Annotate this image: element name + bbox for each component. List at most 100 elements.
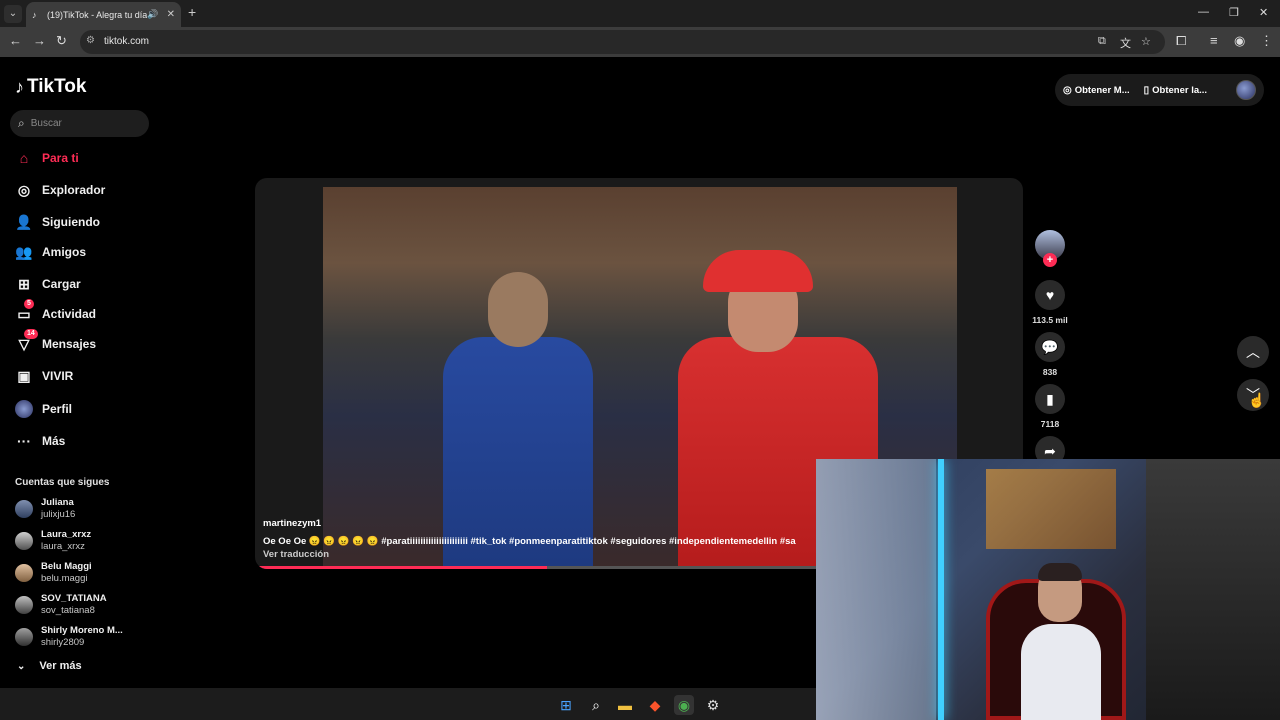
followed-account[interactable]: Shirly Moreno M... shirly2809 xyxy=(15,625,123,649)
account-name: Juliana xyxy=(41,497,74,508)
phone-icon: ▯ xyxy=(1143,84,1150,96)
sidebar-item-explorador[interactable]: ◎ Explorador xyxy=(15,181,105,199)
brave-browser-icon[interactable]: ◆ xyxy=(645,695,665,715)
account-username: laura_xrxz xyxy=(41,541,85,552)
browser-toolbar: ← → ↻ ⚙ tiktok.com ⧉ 文 ☆ ⧠ ≡ ◉ ⋮ xyxy=(0,27,1280,57)
sidebar-item-mensajes[interactable]: ▽ 14 Mensajes xyxy=(15,329,96,353)
sidebar-item-label: VIVIR xyxy=(42,369,74,383)
save-count: 7118 xyxy=(1040,419,1060,429)
minimize-icon[interactable]: — xyxy=(1198,6,1209,18)
following-icon: 👤 xyxy=(15,214,33,230)
account-username: sov_tatiana8 xyxy=(41,605,95,616)
sidebar-item-perfil[interactable]: Perfil xyxy=(15,400,72,418)
close-window-icon[interactable]: ✕ xyxy=(1259,6,1268,19)
settings-app-icon[interactable]: ⚙ xyxy=(703,695,723,715)
sidebar-item-amigos[interactable]: 👥 Amigos xyxy=(15,243,86,261)
chevron-up-icon: ︿ xyxy=(1246,344,1260,360)
video-author[interactable]: martinezym1 xyxy=(263,518,796,529)
address-bar[interactable]: ⚙ tiktok.com ⧉ 文 ☆ xyxy=(80,30,1165,54)
see-more-button[interactable]: ⌄ Ver más xyxy=(17,660,82,672)
upload-icon: ⊞ xyxy=(18,276,30,292)
sidebar-item-siguiendo[interactable]: 👤 Siguiendo xyxy=(15,213,100,231)
webcam-hair xyxy=(1038,563,1082,581)
sidebar-item-label: Para ti xyxy=(42,151,79,165)
share-icon: ➦ xyxy=(1044,443,1056,459)
extensions-icon[interactable]: ⧠ xyxy=(1176,33,1186,49)
sidebar-item-label: Más xyxy=(42,434,66,448)
forward-icon[interactable]: → xyxy=(33,33,46,48)
reload-icon[interactable]: ↻ xyxy=(56,33,67,49)
tiktok-favicon-icon: ♪ xyxy=(32,9,37,20)
account-username: julixju16 xyxy=(41,509,76,520)
webcam-overlay xyxy=(816,459,1280,720)
search-icon: ⌕ xyxy=(18,116,25,130)
avatar xyxy=(15,564,33,582)
like-button[interactable]: ♥ xyxy=(1035,280,1065,310)
followed-account[interactable]: Juliana julixju16 xyxy=(15,497,75,521)
video-progress-fill xyxy=(255,566,547,569)
comment-button[interactable]: 💬 xyxy=(1035,332,1065,362)
sidebar-item-label: Perfil xyxy=(42,402,73,416)
restore-icon[interactable]: ❐ xyxy=(1229,6,1239,19)
tiktok-note-icon: ♪ xyxy=(15,76,24,97)
tiktok-logo[interactable]: ♪ TikTok xyxy=(15,76,86,98)
like-count: 113.5 mil xyxy=(1032,315,1068,325)
translate-icon[interactable]: 文 xyxy=(1120,35,1131,51)
tab-search-button[interactable]: ⌄ xyxy=(4,5,22,23)
speaker-icon[interactable]: 🔊 xyxy=(147,9,158,20)
comment-icon: 💬 xyxy=(1041,339,1059,355)
sidebar-item-para-ti[interactable]: ⌂ Para ti xyxy=(15,149,79,167)
bookmark-star-icon[interactable]: ☆ xyxy=(1141,35,1151,48)
followed-account[interactable]: Belu Maggi belu.maggi xyxy=(15,561,92,585)
avatar xyxy=(15,596,33,614)
account-name: Shirly Moreno M... xyxy=(41,625,123,636)
site-info-icon[interactable]: ⚙ xyxy=(86,35,95,46)
search-bar[interactable]: ⌕ xyxy=(10,110,149,137)
followed-account[interactable]: SOV_TATIANA sov_tatiana8 xyxy=(15,593,107,617)
top-right-bar: ◎ Obtener M... ▯ Obtener la... xyxy=(1055,74,1264,106)
browser-tabstrip: ⌄ ♪ (19)TikTok - Alegra tu día 🔊 ✕ + — ❐… xyxy=(0,0,1280,27)
install-app-icon[interactable]: ⧉ xyxy=(1098,35,1106,48)
chevron-down-icon: ⌄ xyxy=(17,660,26,672)
following-accounts-title: Cuentas que sigues xyxy=(15,477,110,488)
account-username: belu.maggi xyxy=(41,573,88,584)
windows-start-icon[interactable]: ⊞ xyxy=(556,695,576,715)
account-name: Laura_xrxz xyxy=(41,529,92,540)
get-coins-button[interactable]: ◎ Obtener M... xyxy=(1063,85,1130,96)
more-icon: ··· xyxy=(17,433,31,449)
messages-icon: ▽ 14 xyxy=(15,329,38,353)
sidebar-item-vivir[interactable]: ▣ VIVIR xyxy=(15,367,73,385)
heart-icon: ♥ xyxy=(1045,287,1055,303)
taskbar-search-icon[interactable]: ⌕ xyxy=(586,695,606,715)
sidebar-item-cargar[interactable]: ⊞ Cargar xyxy=(15,275,81,293)
messages-badge: 14 xyxy=(24,329,38,339)
sidebar-item-label: Explorador xyxy=(42,183,106,197)
search-input[interactable] xyxy=(30,118,131,129)
sidebar-item-actividad[interactable]: ▭ 5 Actividad xyxy=(15,299,97,323)
media-control-icon[interactable]: ≡ xyxy=(1210,33,1218,48)
url-text: tiktok.com xyxy=(104,36,150,47)
avatar xyxy=(15,628,33,646)
followed-account[interactable]: Laura_xrxz laura_xrxz xyxy=(15,529,91,553)
account-name: SOV_TATIANA xyxy=(41,593,107,604)
close-tab-icon[interactable]: ✕ xyxy=(167,9,175,20)
save-button[interactable]: ▮ xyxy=(1035,384,1065,414)
menu-dots-icon[interactable]: ⋮ xyxy=(1260,33,1273,49)
browser-tab-tiktok[interactable]: ♪ (19)TikTok - Alegra tu día 🔊 ✕ xyxy=(26,2,181,27)
new-tab-button[interactable]: + xyxy=(188,4,196,20)
chrome-browser-icon[interactable]: ◉ xyxy=(674,695,694,715)
previous-video-button[interactable]: ︿ xyxy=(1237,336,1269,368)
file-explorer-icon[interactable]: ▬ xyxy=(615,695,635,715)
account-icon[interactable]: ◉ xyxy=(1234,33,1245,49)
get-app-button[interactable]: ▯ Obtener la... xyxy=(1144,85,1207,96)
sidebar-item-label: Actividad xyxy=(42,307,97,321)
follow-plus-icon[interactable]: + xyxy=(1043,253,1057,267)
bookmark-icon: ▮ xyxy=(1046,391,1054,407)
webcam-person xyxy=(1021,624,1101,720)
see-translation-link[interactable]: Ver traducción xyxy=(263,549,796,560)
back-icon[interactable]: ← xyxy=(9,33,22,48)
user-avatar[interactable] xyxy=(1236,80,1256,100)
avatar xyxy=(15,532,33,550)
account-name: Belu Maggi xyxy=(41,561,92,572)
sidebar-item-mas[interactable]: ··· Más xyxy=(15,432,65,450)
